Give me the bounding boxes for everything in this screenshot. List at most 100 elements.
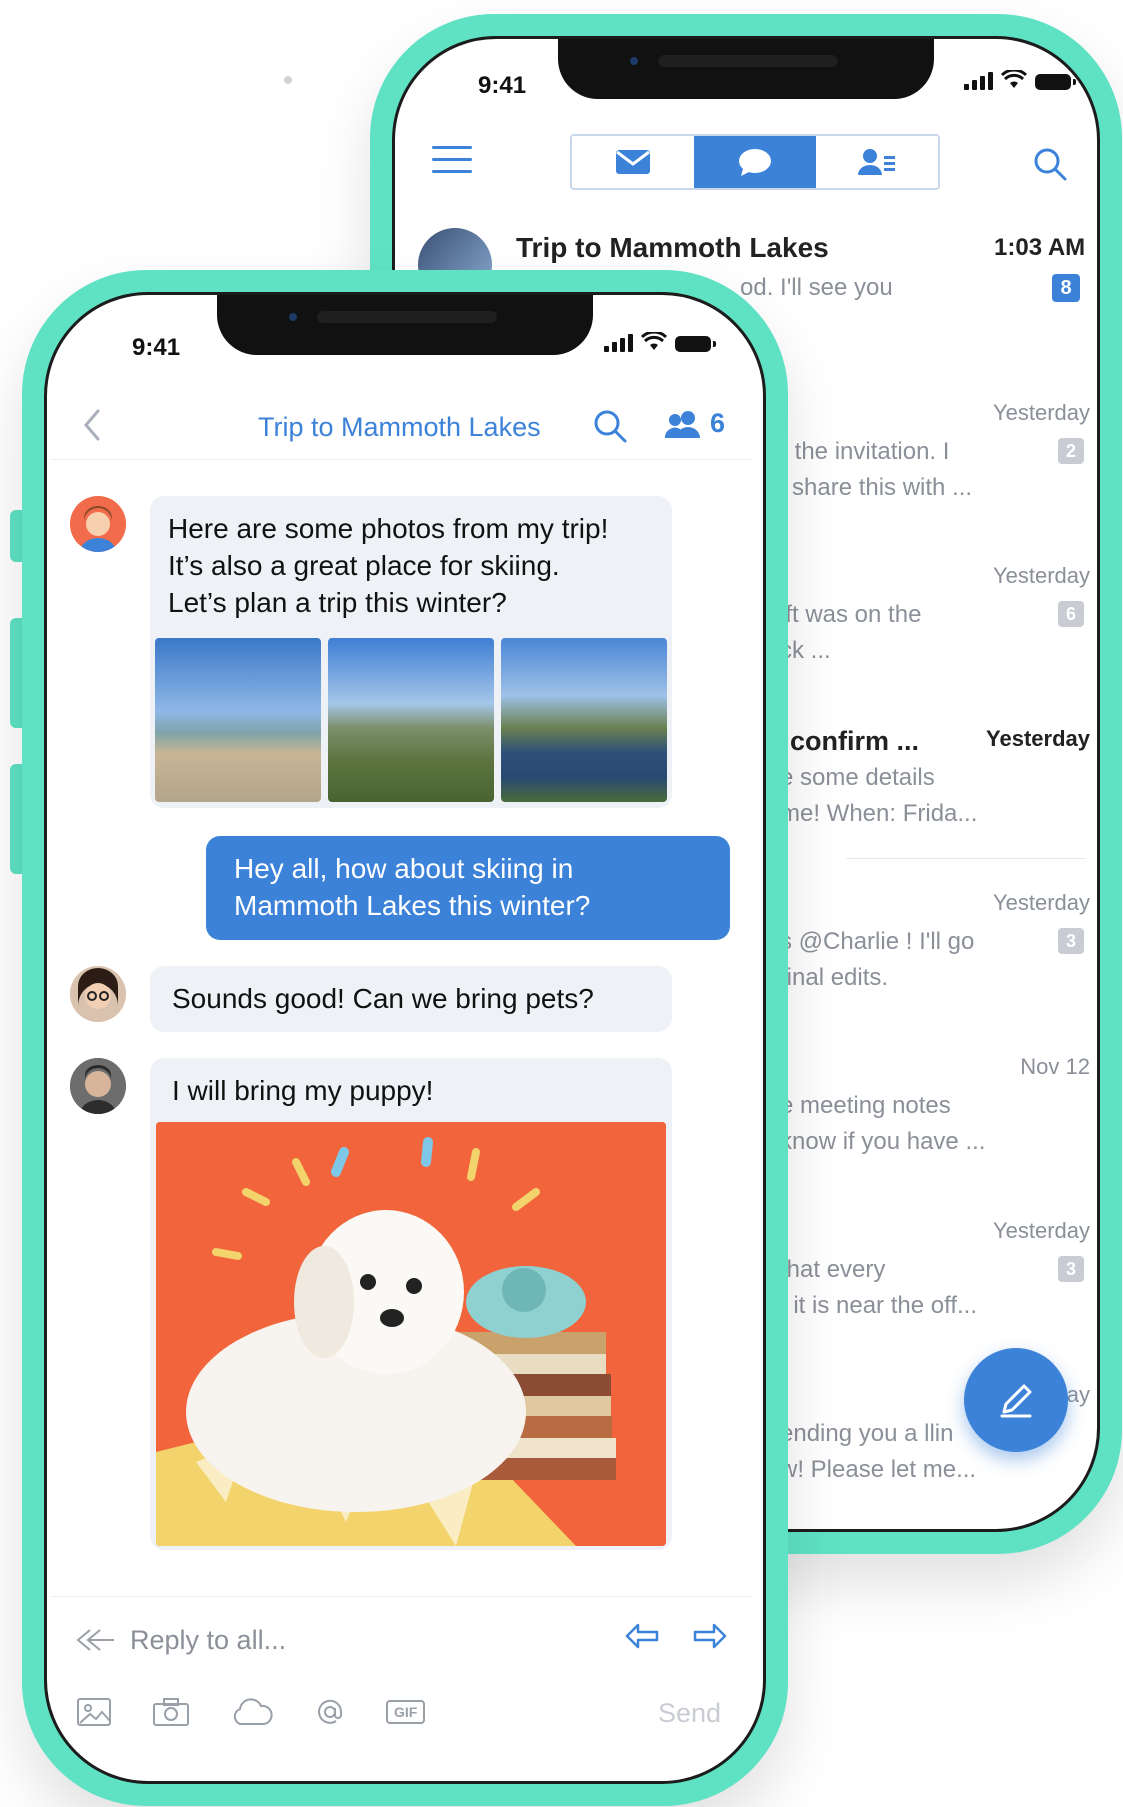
status-icons (604, 332, 716, 352)
message-text: I will bring my puppy! (172, 1075, 434, 1106)
message-text: Sounds good! Can we bring pets? (172, 983, 594, 1014)
image-icon (77, 1698, 111, 1726)
thread-preview: l share this with ... (780, 474, 973, 501)
reply-icon[interactable] (624, 1622, 660, 1650)
thread-subject[interactable]: Trip to Mammoth Lakes (516, 232, 829, 264)
thread-preview: final edits. (780, 964, 889, 991)
reply-actions (624, 1622, 728, 1650)
status-time: 9:41 (478, 72, 527, 99)
thread-preview: e some details (780, 764, 935, 791)
search-icon[interactable] (592, 408, 628, 444)
thread-time: Yesterday (992, 890, 1090, 915)
gif-button[interactable]: GIF (386, 1700, 426, 1724)
message-text: Mammoth Lakes this winter? (234, 890, 591, 921)
composer-toolbar: GIF (76, 1696, 426, 1728)
reply-placeholder: Reply to all... (130, 1624, 287, 1655)
list-item[interactable]: confirm ... Yesterday e some details me!… (780, 726, 1090, 846)
thread-time: Yesterday (992, 1218, 1090, 1243)
cloud-icon (233, 1698, 273, 1725)
unread-badge: 8 (1052, 274, 1080, 302)
thread-time: Yesterday (992, 563, 1090, 588)
member-count: 6 (710, 408, 726, 438)
divider (846, 858, 1086, 859)
thread-preview: w! Please let me... (780, 1456, 977, 1483)
page-title: Trip to Mammoth Lakes (258, 412, 541, 442)
signal-icon (604, 334, 633, 352)
back-chevron-icon[interactable] (82, 408, 102, 442)
mention-button[interactable] (314, 1696, 346, 1728)
status-time: 9:41 (132, 334, 181, 361)
message-text: Here are some photos from my trip! (168, 513, 609, 544)
hamburger-menu-icon[interactable] (432, 146, 472, 182)
contacts-icon (858, 149, 895, 175)
message-text: Let’s plan a trip this winter? (168, 587, 507, 618)
camera-icon (153, 1698, 189, 1726)
camera-button[interactable] (152, 1697, 190, 1727)
compose-button[interactable] (964, 1348, 1068, 1452)
list-item[interactable]: Yesterday that every , it is near the of… (780, 1218, 1090, 1338)
thread-time: 1:03 AM (994, 234, 1086, 261)
group-icon (664, 410, 700, 438)
members-button[interactable]: 6 (664, 408, 725, 439)
photo-puppy[interactable] (156, 1122, 666, 1546)
message-text: It’s also a great place for skiing. (168, 550, 560, 581)
thread-preview: od. I'll see you (740, 274, 893, 301)
signal-icon (964, 72, 993, 90)
status-icons (964, 70, 1076, 90)
list-item[interactable]: Nov 12 e meeting notes know if you have … (780, 1054, 1090, 1174)
divider (52, 1596, 752, 1597)
thread-preview: s @Charlie ! I'll go (780, 928, 975, 955)
reply-input[interactable]: Reply to all... (76, 1618, 516, 1662)
thread-preview: ift was on the (780, 601, 922, 628)
thread-preview: know if you have ... (780, 1128, 986, 1155)
thread-preview: , it is near the off... (780, 1292, 977, 1319)
message-bubble[interactable]: Sounds good! Can we bring pets? (150, 966, 672, 1032)
view-switcher (570, 134, 940, 190)
mail-icon (616, 150, 650, 174)
thread-time: Yesterday (992, 400, 1090, 425)
photo-mountain-brush[interactable] (328, 638, 494, 802)
wifi-icon (641, 332, 667, 350)
thread-preview: ending you a llin (780, 1420, 954, 1447)
message-bubble[interactable]: Hey all, how about skiing in Mammoth Lak… (206, 836, 730, 940)
photo-lake-beach[interactable] (155, 638, 321, 802)
count-badge: 2 (1058, 438, 1084, 464)
search-icon[interactable] (1032, 146, 1068, 182)
avatar[interactable] (70, 1058, 126, 1114)
thread-preview: r the invitation. I (780, 438, 950, 465)
notch (558, 39, 934, 99)
puppy-illustration (156, 1122, 666, 1546)
forward-icon[interactable] (692, 1622, 728, 1650)
thread-time: Nov 12 (1020, 1054, 1090, 1079)
battery-icon (675, 336, 716, 352)
cloud-attach-button[interactable] (230, 1697, 274, 1727)
person-avatar-icon (70, 496, 126, 552)
image-attach-button[interactable] (76, 1697, 112, 1727)
list-item[interactable]: Yesterday s @Charlie ! I'll go final edi… (780, 890, 1090, 1010)
avatar[interactable] (70, 966, 126, 1022)
count-badge: 6 (1058, 601, 1084, 627)
thread-time: ay (1066, 1382, 1090, 1407)
list-item[interactable]: Yesterday r the invitation. I l share th… (780, 400, 1090, 520)
thread-subject: confirm ... (790, 726, 920, 756)
avatar[interactable] (70, 496, 126, 552)
reply-all-icon (76, 1629, 114, 1651)
at-sign-icon (318, 1699, 343, 1724)
man-avatar-icon (70, 1058, 126, 1114)
thread-time: Yesterday (986, 726, 1090, 751)
list-item[interactable]: Yesterday ift was on the ck ... 6 (780, 563, 1090, 683)
count-badge: 3 (1058, 1256, 1084, 1282)
battery-icon (1035, 74, 1076, 90)
thread-preview: me! When: Frida... (780, 800, 978, 827)
message-text: Hey all, how about skiing in (234, 853, 574, 884)
thread-preview: that every (780, 1256, 886, 1283)
photo-mountain-lake[interactable] (501, 638, 667, 802)
notch (217, 295, 593, 355)
tab-contacts[interactable] (816, 136, 938, 188)
count-badge: 3 (1058, 928, 1084, 954)
tab-mail[interactable] (572, 136, 694, 188)
send-button[interactable]: Send (658, 1698, 721, 1729)
thread-preview: e meeting notes (780, 1092, 951, 1119)
tab-chat[interactable] (694, 136, 816, 188)
wifi-icon (1001, 70, 1027, 88)
